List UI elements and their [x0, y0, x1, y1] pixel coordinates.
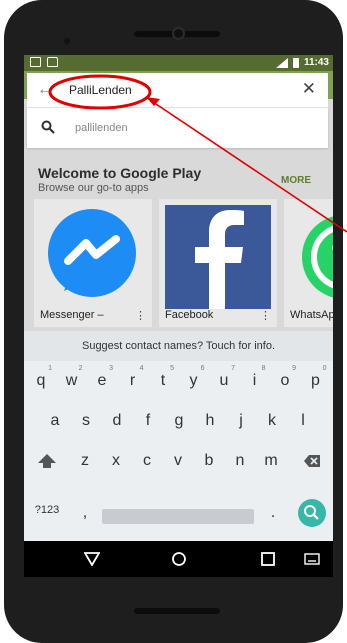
app-card-facebook[interactable]: Facebook ⋮	[159, 199, 277, 327]
whatsapp-icon	[302, 216, 333, 298]
key-d[interactable]: d	[102, 405, 132, 437]
bottom-speaker	[134, 608, 220, 614]
key-w[interactable]: w2	[57, 365, 87, 397]
key-r[interactable]: r4	[118, 365, 148, 397]
keyboard-switch-icon[interactable]	[304, 553, 320, 565]
apps-row: Messenger – ⋮ Facebook ⋮ WhatsAp	[34, 199, 333, 327]
key-h[interactable]: h	[195, 405, 225, 437]
comma-key[interactable]: ,	[70, 497, 100, 529]
key-j[interactable]: j	[226, 405, 256, 437]
home-nav-icon[interactable]	[171, 551, 187, 567]
clear-icon[interactable]: ✕	[302, 79, 316, 99]
key-k[interactable]: k	[257, 405, 287, 437]
period-key[interactable]: .	[258, 497, 288, 529]
key-g[interactable]: g	[164, 405, 194, 437]
welcome-section: Welcome to Google Play Browse our go-to …	[38, 165, 201, 194]
navigation-bar	[24, 541, 333, 577]
app-name: Facebook	[165, 309, 214, 321]
keyboard-row-2: asdfghjkl	[24, 405, 333, 437]
signal-icon	[275, 57, 288, 68]
key-i[interactable]: i8	[240, 365, 270, 397]
key-o[interactable]: o9	[270, 365, 300, 397]
back-arrow-icon[interactable]: ←	[37, 81, 53, 99]
key-a[interactable]: a	[40, 405, 70, 437]
backspace-icon	[304, 455, 320, 467]
key-m[interactable]: m	[256, 445, 286, 477]
shift-icon	[38, 454, 56, 468]
key-y[interactable]: y6	[179, 365, 209, 397]
overflow-menu-icon[interactable]: ⋮	[260, 309, 271, 322]
app-card-whatsapp[interactable]: WhatsApp	[284, 199, 333, 327]
key-x[interactable]: x	[101, 445, 131, 477]
proximity-sensor	[64, 38, 70, 44]
keyboard-hint[interactable]: Suggest contact names? Touch for info.	[24, 331, 333, 361]
search-key[interactable]	[298, 499, 326, 527]
key-u[interactable]: u7	[209, 365, 239, 397]
symbols-key[interactable]: ?123	[30, 497, 64, 529]
app-tile	[165, 205, 271, 309]
app-name: Messenger –	[40, 309, 104, 321]
key-q[interactable]: q1	[26, 365, 56, 397]
search-icon	[304, 505, 319, 520]
search-input[interactable]: PalliLenden	[69, 83, 132, 97]
search-icon	[41, 120, 55, 134]
gmail-notification-icon	[30, 57, 41, 67]
key-v[interactable]: v	[163, 445, 193, 477]
keyboard-row-3: zxcvbnm	[24, 445, 333, 477]
screen: 11:43 Welcome to Google Play Browse our …	[24, 55, 333, 577]
keyboard-row-1: q1w2e3r4t5y6u7i8o9p0	[24, 365, 333, 397]
front-camera	[172, 27, 185, 40]
backspace-key[interactable]	[296, 445, 326, 477]
key-n[interactable]: n	[225, 445, 255, 477]
store-notification-icon	[47, 57, 58, 67]
shift-key[interactable]	[32, 445, 62, 477]
key-p[interactable]: p0	[301, 365, 331, 397]
app-name: WhatsApp	[290, 309, 333, 321]
back-nav-icon[interactable]	[84, 552, 100, 566]
recents-nav-icon[interactable]	[261, 552, 275, 566]
phone-frame: 11:43 Welcome to Google Play Browse our …	[4, 0, 343, 643]
key-e[interactable]: e3	[87, 365, 117, 397]
app-tile	[40, 205, 146, 309]
space-key[interactable]	[102, 509, 254, 524]
battery-icon	[292, 57, 299, 68]
search-suggestion[interactable]: pallilenden	[27, 108, 328, 148]
facebook-icon	[195, 210, 244, 309]
key-c[interactable]: c	[132, 445, 162, 477]
key-l[interactable]: l	[288, 405, 318, 437]
app-card-messenger[interactable]: Messenger – ⋮	[34, 199, 152, 327]
more-button[interactable]: MORE	[281, 175, 311, 186]
status-bar: 11:43	[24, 55, 333, 71]
key-b[interactable]: b	[194, 445, 224, 477]
messenger-icon	[48, 209, 136, 297]
section-subtitle: Browse our go-to apps	[38, 182, 149, 194]
section-title: Welcome to Google Play	[38, 165, 202, 181]
key-f[interactable]: f	[133, 405, 163, 437]
key-s[interactable]: s	[71, 405, 101, 437]
soft-keyboard: Suggest contact names? Touch for info. q…	[24, 331, 333, 541]
suggestion-text: pallilenden	[75, 122, 128, 134]
key-z[interactable]: z	[70, 445, 100, 477]
key-t[interactable]: t5	[148, 365, 178, 397]
app-tile	[290, 205, 333, 309]
search-bar: ← PalliLenden ✕	[27, 73, 328, 108]
status-time: 11:43	[303, 57, 329, 68]
overflow-menu-icon[interactable]: ⋮	[135, 309, 146, 322]
